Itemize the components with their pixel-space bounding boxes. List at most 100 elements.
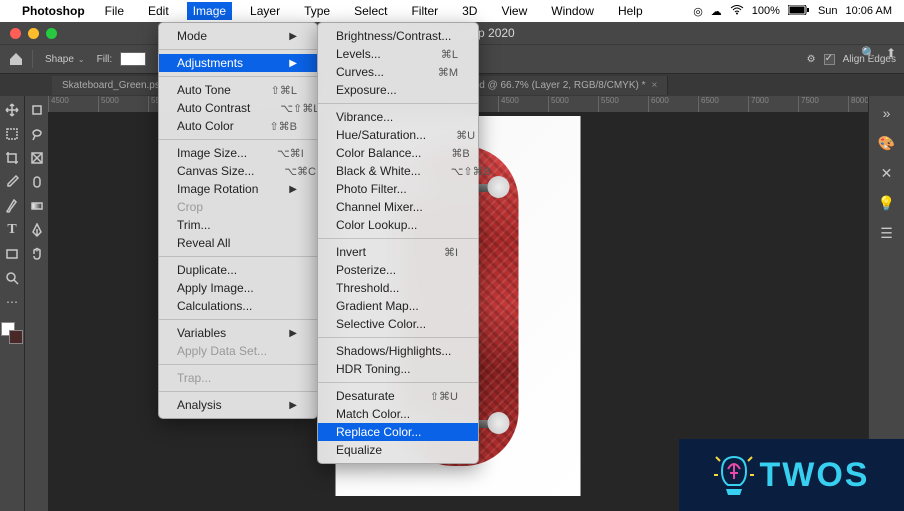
menu-filter[interactable]: Filter <box>405 2 444 20</box>
shape-mode-dropdown[interactable]: Shape ⌄ <box>41 52 89 67</box>
adjustments-submenu: Brightness/Contrast... Levels...⌘L Curve… <box>317 22 479 464</box>
ruler-tick: 5500 <box>598 96 648 112</box>
menu-variables[interactable]: Variables▶ <box>159 324 317 342</box>
menu-adjustments[interactable]: Adjustments▶ <box>159 54 317 72</box>
menu-equalize[interactable]: Equalize <box>318 441 478 459</box>
menu-image-rotation[interactable]: Image Rotation▶ <box>159 180 317 198</box>
menu-3d[interactable]: 3D <box>456 2 483 20</box>
menu-analysis[interactable]: Analysis▶ <box>159 396 317 414</box>
menu-black-white[interactable]: Black & White...⌥⇧⌘B <box>318 162 478 180</box>
tab-label: Skateboard_Green.psd <box>62 80 165 91</box>
menu-posterize[interactable]: Posterize... <box>318 261 478 279</box>
menu-match-color[interactable]: Match Color... <box>318 405 478 423</box>
menu-replace-color[interactable]: Replace Color... <box>318 423 478 441</box>
menu-image-size[interactable]: Image Size...⌥⌘I <box>159 144 317 162</box>
close-tab-icon[interactable]: × <box>652 80 658 91</box>
info-panel-icon[interactable]: 💡 <box>876 192 898 214</box>
gradient-tool[interactable] <box>27 196 47 216</box>
circles-icon: ◎ <box>693 5 703 18</box>
brush-tool[interactable] <box>2 196 22 216</box>
frame-tool[interactable] <box>27 148 47 168</box>
minimize-window-button[interactable] <box>28 28 39 39</box>
twos-watermark: TWOS <box>679 439 904 511</box>
image-menu-dropdown: Mode▶ Adjustments▶ Auto Tone⇧⌘L Auto Con… <box>158 22 318 419</box>
close-window-button[interactable] <box>10 28 21 39</box>
menu-apply-image[interactable]: Apply Image... <box>159 279 317 297</box>
menu-curves[interactable]: Curves...⌘M <box>318 63 478 81</box>
menu-select[interactable]: Select <box>348 2 393 20</box>
menu-auto-tone[interactable]: Auto Tone⇧⌘L <box>159 81 317 99</box>
ruler-tick: 4500 <box>498 96 548 112</box>
artboard-tool[interactable] <box>27 100 47 120</box>
menu-brightness-contrast[interactable]: Brightness/Contrast... <box>318 27 478 45</box>
menu-view[interactable]: View <box>495 2 533 20</box>
menubar-status: ◎ ☁ 100% Sun 10:06 AM <box>693 5 892 18</box>
menu-exposure[interactable]: Exposure... <box>318 81 478 99</box>
type-tool[interactable]: T <box>2 220 22 240</box>
marquee-tool[interactable] <box>2 124 22 144</box>
menu-desaturate[interactable]: Desaturate⇧⌘U <box>318 387 478 405</box>
menu-photo-filter[interactable]: Photo Filter... <box>318 180 478 198</box>
search-icon[interactable]: 🔍 <box>861 46 876 60</box>
menu-help[interactable]: Help <box>612 2 649 20</box>
color-panel-icon[interactable]: 🎨 <box>876 132 898 154</box>
libraries-panel-icon[interactable]: ☰ <box>876 222 898 244</box>
menu-trap: Trap... <box>159 369 317 387</box>
menu-auto-color[interactable]: Auto Color⇧⌘B <box>159 117 317 135</box>
menu-edit[interactable]: Edit <box>142 2 175 20</box>
properties-panel-icon[interactable]: ✕ <box>876 162 898 184</box>
menu-color-lookup[interactable]: Color Lookup... <box>318 216 478 234</box>
menu-auto-contrast[interactable]: Auto Contrast⌥⇧⌘L <box>159 99 317 117</box>
ruler-tick: 8000 <box>848 96 868 112</box>
status-day: Sun <box>818 5 838 17</box>
zoom-tool[interactable] <box>2 268 22 288</box>
app-name[interactable]: Photoshop <box>22 4 85 18</box>
share-icon[interactable]: ⬆ <box>886 46 896 60</box>
status-time: 10:06 AM <box>846 5 892 17</box>
menu-invert[interactable]: Invert⌘I <box>318 243 478 261</box>
edit-toolbar[interactable]: ⋯ <box>2 292 22 312</box>
home-icon[interactable] <box>8 52 24 66</box>
fill-color-swatch[interactable] <box>120 52 146 66</box>
align-edges-checkbox[interactable] <box>824 54 835 65</box>
menu-file[interactable]: File <box>99 2 130 20</box>
lasso-tool[interactable] <box>27 124 47 144</box>
pen-tool[interactable] <box>27 220 47 240</box>
menu-image[interactable]: Image <box>187 2 232 20</box>
menu-duplicate[interactable]: Duplicate... <box>159 261 317 279</box>
menu-gradient-map[interactable]: Gradient Map... <box>318 297 478 315</box>
menu-selective-color[interactable]: Selective Color... <box>318 315 478 333</box>
menu-color-balance[interactable]: Color Balance...⌘B <box>318 144 478 162</box>
background-color[interactable] <box>9 330 23 344</box>
menu-hue-saturation[interactable]: Hue/Saturation...⌘U <box>318 126 478 144</box>
color-swatches[interactable] <box>1 322 23 344</box>
menu-mode[interactable]: Mode▶ <box>159 27 317 45</box>
crop-tool[interactable] <box>2 148 22 168</box>
menu-shadows-highlights[interactable]: Shadows/Highlights... <box>318 342 478 360</box>
menu-layer[interactable]: Layer <box>244 2 286 20</box>
rectangle-tool[interactable] <box>2 244 22 264</box>
ruler-tick: 6000 <box>648 96 698 112</box>
eyedropper-tool[interactable] <box>2 172 22 192</box>
menu-channel-mixer[interactable]: Channel Mixer... <box>318 198 478 216</box>
menu-threshold[interactable]: Threshold... <box>318 279 478 297</box>
menu-crop[interactable]: Crop <box>159 198 317 216</box>
hand-tool[interactable] <box>27 244 47 264</box>
twos-text: TWOS <box>760 456 870 495</box>
menu-levels[interactable]: Levels...⌘L <box>318 45 478 63</box>
gear-icon[interactable]: ⚙ <box>807 54 816 65</box>
battery-icon <box>788 5 810 18</box>
menu-canvas-size[interactable]: Canvas Size...⌥⌘C <box>159 162 317 180</box>
menu-window[interactable]: Window <box>545 2 600 20</box>
ruler-tick: 6500 <box>698 96 748 112</box>
menu-calculations[interactable]: Calculations... <box>159 297 317 315</box>
fullscreen-window-button[interactable] <box>46 28 57 39</box>
menu-trim[interactable]: Trim... <box>159 216 317 234</box>
menu-reveal-all[interactable]: Reveal All <box>159 234 317 252</box>
menu-type[interactable]: Type <box>298 2 336 20</box>
menu-hdr-toning[interactable]: HDR Toning... <box>318 360 478 378</box>
healing-brush-tool[interactable] <box>27 172 47 192</box>
menu-vibrance[interactable]: Vibrance... <box>318 108 478 126</box>
move-tool[interactable] <box>2 100 22 120</box>
expand-panels-icon[interactable]: » <box>876 102 898 124</box>
